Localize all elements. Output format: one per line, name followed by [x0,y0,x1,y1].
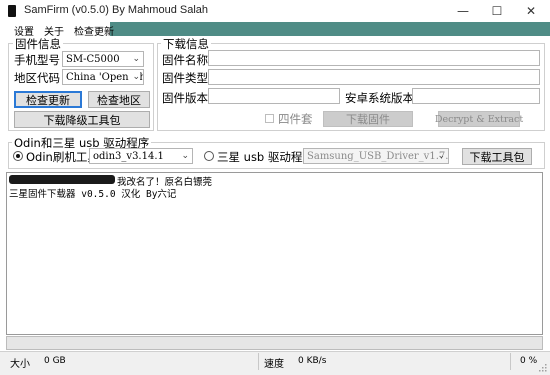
odin-radio-label: Odin刷机工具 [26,150,99,164]
model-combo[interactable]: SM-C5000 ⌄ [62,51,144,67]
usb-radio[interactable] [204,151,214,161]
android-version-field[interactable] [412,88,540,104]
menu-check-update[interactable]: 检查更新 [74,23,114,38]
progress-bar [6,336,543,350]
download-info-title: 下载信息 [161,36,211,52]
android-version-label: 安卓系统版本 [345,91,414,105]
status-divider [510,353,511,370]
size-label: 大小 [10,359,30,370]
download-tools-button[interactable]: 下载工具包 [462,148,532,165]
odin-radio[interactable] [13,151,23,161]
fw-version-field[interactable] [208,88,340,104]
progress-percent: 0 % [520,356,538,366]
close-button[interactable]: ✕ [514,0,548,22]
usb-combo[interactable]: Samsung_USB_Driver_v1.7.23 ⌄ [303,148,449,164]
size-value: 0 GB [44,356,66,366]
chevron-down-icon: ⌄ [181,151,189,161]
model-value: SM-C5000 [66,53,120,65]
fw-version-label: 固件版本 [162,91,208,105]
quad-label: 四件套 [278,112,313,126]
redacted-text [9,175,115,184]
check-update-button[interactable]: 检查更新 [14,91,82,108]
fw-type-field[interactable] [208,69,540,85]
model-label: 手机型号 [14,53,60,67]
speed-value: 0 KB/s [298,356,327,366]
download-downgrade-button[interactable]: 下载降级工具包 [14,111,150,128]
odin-combo[interactable]: odin3_v3.14.1 ⌄ [89,148,193,164]
app-icon [8,5,16,17]
resize-grip-icon[interactable] [538,362,547,372]
region-combo[interactable]: China 'Open China' ⌄ [62,69,144,85]
close-icon: ✕ [525,4,537,18]
fw-type-label: 固件类型 [162,71,208,85]
minimize-icon: — [457,4,469,18]
minimize-button[interactable]: — [446,0,480,22]
quad-checkbox[interactable] [265,114,274,123]
log-line-2: 三星固件下载器 v0.5.0 汉化 By六记 [9,189,177,200]
download-firmware-button[interactable]: 下载固件 [323,111,413,127]
speed-label: 速度 [264,359,284,370]
chevron-down-icon: ⌄ [132,72,140,82]
usb-radio-label: 三星 usb 驱动程序 [217,150,314,164]
chevron-down-icon: ⌄ [437,151,445,161]
window-title: SamFirm (v0.5.0) By Mahmoud Salah [24,4,209,16]
status-divider [258,353,259,370]
fw-name-field[interactable] [208,50,540,66]
region-label: 地区代码 [14,71,60,85]
decrypt-extract-button[interactable]: Decrypt & Extract [435,111,523,127]
fw-name-label: 固件名称 [162,53,208,67]
odin-value: odin3_v3.14.1 [93,150,164,162]
maximize-icon: ☐ [491,4,503,18]
check-region-button[interactable]: 检查地区 [88,91,150,108]
maximize-button[interactable]: ☐ [480,0,514,22]
firmware-info-title: 固件信息 [13,36,63,52]
usb-value: Samsung_USB_Driver_v1.7.23 [307,150,449,162]
chevron-down-icon: ⌄ [132,54,140,64]
